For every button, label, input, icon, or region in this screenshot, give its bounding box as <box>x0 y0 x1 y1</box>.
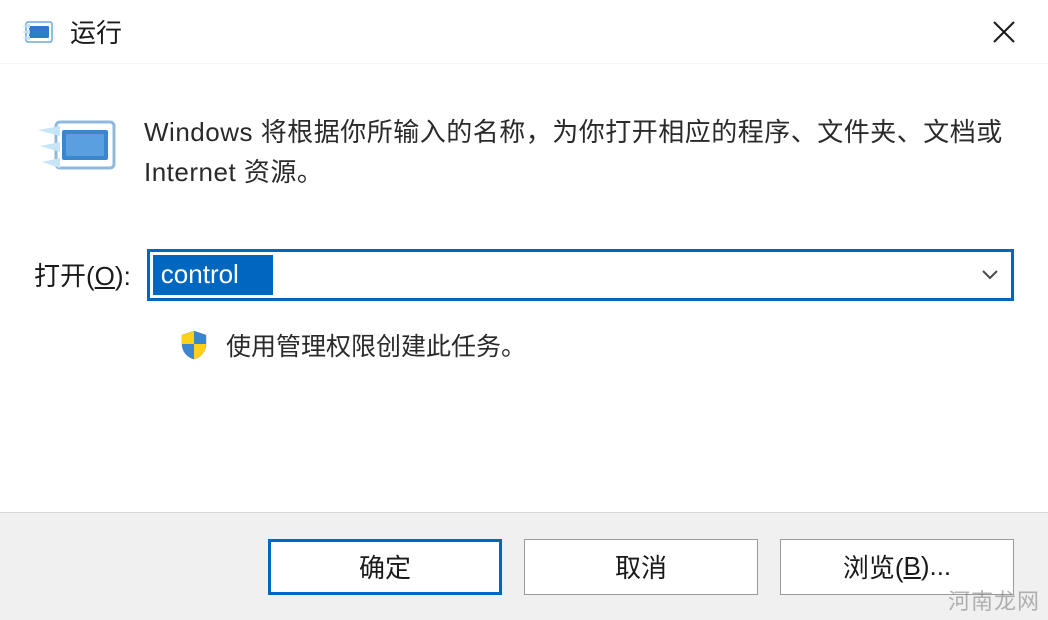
chevron-down-icon <box>980 269 1000 281</box>
description-row: Windows 将根据你所输入的名称，为你打开相应的程序、文件夹、文档或 Int… <box>34 112 1014 193</box>
combobox-dropdown-button[interactable] <box>969 252 1011 298</box>
run-icon-large <box>34 112 124 182</box>
cancel-button[interactable]: 取消 <box>524 539 758 595</box>
watermark: 河南龙网 <box>948 584 1040 616</box>
admin-notice-text: 使用管理权限创建此任务。 <box>226 327 526 363</box>
description-text: Windows 将根据你所输入的名称，为你打开相应的程序、文件夹、文档或 Int… <box>144 112 1014 193</box>
uac-shield-icon <box>178 329 210 361</box>
close-icon <box>991 19 1017 45</box>
button-bar: 确定 取消 浏览(B)... <box>0 512 1048 620</box>
ok-button[interactable]: 确定 <box>268 539 502 595</box>
run-dialog: 运行 Windows 将根据你所输入的名称，为你打开相应的程序、文件夹、文档或 … <box>0 0 1048 620</box>
dialog-title: 运行 <box>70 13 980 50</box>
command-input[interactable] <box>153 255 273 295</box>
titlebar: 运行 <box>0 0 1048 64</box>
run-icon-small <box>20 18 56 46</box>
input-row: 打开(O): <box>34 249 1014 301</box>
close-button[interactable] <box>980 8 1028 56</box>
command-combobox[interactable] <box>147 249 1014 301</box>
dialog-content: Windows 将根据你所输入的名称，为你打开相应的程序、文件夹、文档或 Int… <box>0 64 1048 512</box>
open-label: 打开(O): <box>34 256 131 293</box>
admin-notice-row: 使用管理权限创建此任务。 <box>34 327 1014 363</box>
